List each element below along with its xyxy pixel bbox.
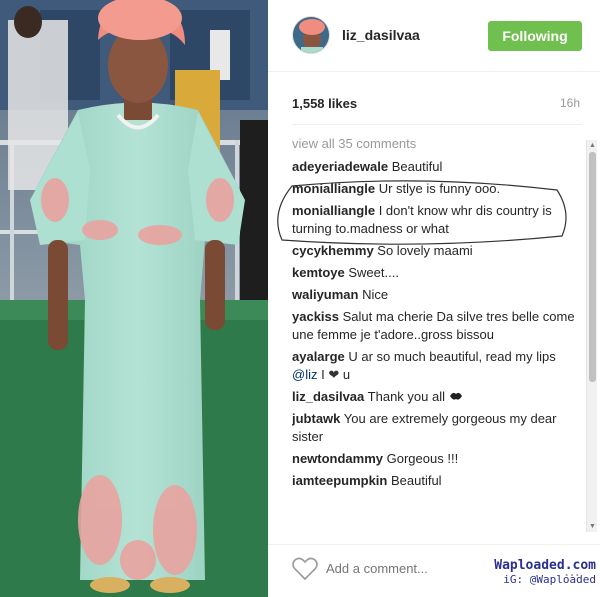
comment-item: yackiss Salut ma cherie Da silve tres be… xyxy=(292,308,582,344)
highlight-oval-annotation xyxy=(277,180,567,245)
comment-username[interactable]: newtondammy xyxy=(292,451,383,466)
watermark: Waploaded.com iG: @Waploaded xyxy=(480,558,596,586)
kiss-lips-emoji-icon xyxy=(449,389,463,404)
comment-text: Sweet.... xyxy=(348,265,399,280)
comment-item: waliyuman Nice xyxy=(292,286,582,304)
comment-username[interactable]: iamteepumpkin xyxy=(292,473,387,488)
post-username[interactable]: liz_dasilvaa xyxy=(342,27,420,43)
comment-text: Nice xyxy=(362,287,389,302)
post-stats: 1,558 likes 16h xyxy=(292,96,582,116)
avatar[interactable] xyxy=(292,16,330,54)
view-all-comments-link[interactable]: view all 35 comments xyxy=(292,136,416,151)
post-photo xyxy=(0,0,268,597)
comment-mention[interactable]: @liz xyxy=(292,367,317,382)
scroll-down-arrow-icon[interactable]: ▼ xyxy=(588,522,597,531)
comment-text: Thank you all xyxy=(367,389,445,404)
comment-item: jubtawk You are extremely gorgeous my de… xyxy=(292,410,582,446)
comment-username[interactable]: yackiss xyxy=(292,309,339,324)
comment-text: I xyxy=(321,367,325,382)
post-detail-panel: liz_dasilvaa Following 1,558 likes 16h v… xyxy=(268,0,600,597)
post-timestamp: 16h xyxy=(559,96,580,110)
comment-item: ayalarge U ar so much beautiful, read my… xyxy=(292,348,582,384)
comment-item: newtondammy Gorgeous !!! xyxy=(292,450,582,468)
comment-item: liz_dasilvaa Thank you all xyxy=(292,388,582,406)
comments-scrollbar[interactable]: ▲ ▼ xyxy=(586,140,597,532)
add-comment-input[interactable] xyxy=(326,561,486,576)
comment-username[interactable]: kemtoye xyxy=(292,265,345,280)
comment-item: iamteepumpkin Beautiful xyxy=(292,472,582,490)
watermark-site: Waploaded.com xyxy=(494,558,596,573)
comment-text: U ar so much beautiful, read my lips xyxy=(348,349,556,364)
comment-username[interactable]: ayalarge xyxy=(292,349,345,364)
comment-username[interactable]: liz_dasilvaa xyxy=(292,389,364,404)
heart-emoji-icon: ❤ xyxy=(328,367,340,382)
comment-username[interactable]: jubtawk xyxy=(292,411,340,426)
heart-outline-icon[interactable] xyxy=(292,557,318,581)
comment-item: adeyeriadewale Beautiful xyxy=(292,158,582,176)
comment-username[interactable]: adeyeriadewale xyxy=(292,159,388,174)
comment-item: kemtoye Sweet.... xyxy=(292,264,582,282)
photo-woman-in-lace-dress xyxy=(0,0,268,597)
comment-text: Gorgeous !!! xyxy=(386,451,459,466)
likes-count[interactable]: 1,558 likes xyxy=(292,96,357,111)
watermark-handle: iG: @Waploaded xyxy=(503,573,596,586)
following-button[interactable]: Following xyxy=(488,21,582,51)
comment-text: Beautiful xyxy=(391,159,443,174)
comment-username[interactable]: waliyuman xyxy=(292,287,358,302)
comment-text: Beautiful xyxy=(390,473,442,488)
divider xyxy=(292,124,582,125)
post-header: liz_dasilvaa Following xyxy=(268,0,600,72)
avatar-image xyxy=(293,17,329,53)
comment-text: u xyxy=(342,367,351,382)
scroll-up-arrow-icon[interactable]: ▲ xyxy=(588,141,597,150)
scrollbar-thumb[interactable] xyxy=(589,152,596,382)
